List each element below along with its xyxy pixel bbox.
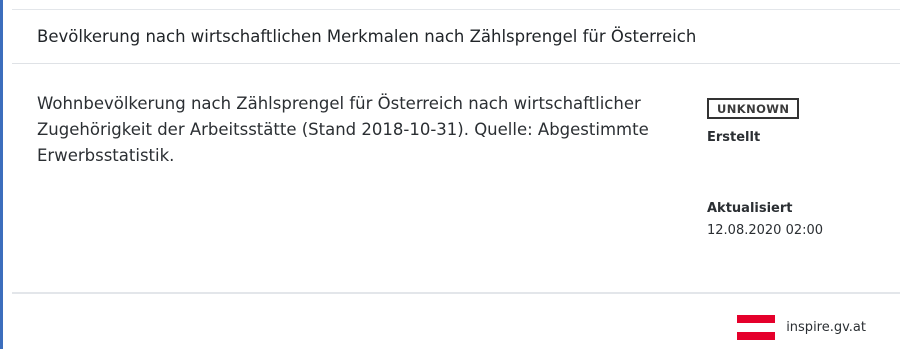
status-badge: UNKNOWN — [707, 98, 800, 119]
dataset-card: Bevölkerung nach wirtschaftlichen Merkma… — [0, 0, 900, 349]
metadata-panel: UNKNOWN Erstellt Aktualisiert 12.08.2020… — [707, 98, 897, 238]
austria-flag-icon — [737, 315, 776, 340]
created-label: Erstellt — [707, 130, 761, 145]
card-footer: inspire.gv.at — [737, 315, 866, 340]
card-header: Bevölkerung nach wirtschaftlichen Merkma… — [12, 10, 900, 64]
updated-label: Aktualisiert — [707, 201, 793, 216]
footer-divider — [12, 292, 900, 294]
dataset-title[interactable]: Bevölkerung nach wirtschaftlichen Merkma… — [37, 27, 696, 46]
dataset-description: Wohnbevölkerung nach Zählsprengel für Ös… — [37, 94, 649, 165]
updated-value: 12.08.2020 02:00 — [707, 223, 824, 238]
source-link[interactable]: inspire.gv.at — [786, 320, 866, 335]
